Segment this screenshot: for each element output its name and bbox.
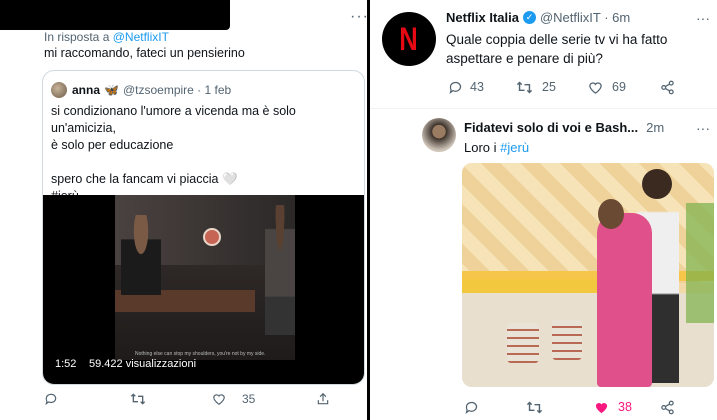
share-icon[interactable] <box>316 392 330 409</box>
quoted-line-1: si condizionano l'umore a vicenda ma è s… <box>51 104 296 135</box>
tweet-header: Netflix Italia ✓ @NetflixIT · 6m <box>446 10 630 25</box>
reply-mention-link[interactable]: @NetflixIT <box>113 30 169 44</box>
quoted-line-2: è solo per educazione <box>51 138 174 152</box>
video-subtitle: Nothing else can stop my shoulders, you'… <box>135 351 266 357</box>
retweet-icon[interactable] <box>130 392 146 409</box>
tweet-actions: 43 25 69 <box>448 80 688 98</box>
butterfly-emoji: 🦋 <box>104 83 119 97</box>
reply-photo[interactable] <box>462 163 714 387</box>
heart-filled-icon[interactable] <box>594 400 609 418</box>
reply-icon[interactable] <box>464 400 479 418</box>
video-duration: 1:52 <box>55 358 77 370</box>
reply-context: In risposta a @NetflixIT <box>44 30 169 44</box>
quoted-line-3: spero che la fancam vi piaccia 🤍 <box>51 171 364 188</box>
avatar[interactable] <box>422 118 456 152</box>
divider <box>370 108 717 109</box>
ellipsis-icon[interactable]: ··· <box>696 120 710 136</box>
reply-hashtag[interactable]: #jerù <box>500 140 529 155</box>
reply-text-prefix: Loro i <box>464 140 497 155</box>
reply-author-name[interactable]: Fidatevi solo di voi e Bash... <box>464 120 638 135</box>
share-icon[interactable] <box>660 80 675 98</box>
video-views: 59.422 visualizzazioni <box>89 358 197 370</box>
reply-text: Loro i #jerù <box>464 140 529 155</box>
video-frame: Nothing else can stop my shoulders, you'… <box>115 195 295 360</box>
ellipsis-icon[interactable]: ··· <box>696 10 710 26</box>
reply-label: In risposta a <box>44 30 110 44</box>
author-name[interactable]: Netflix Italia <box>446 10 519 25</box>
left-tweet-panel: ··· In risposta a @NetflixIT mi raccoman… <box>0 0 367 420</box>
like-count: 69 <box>612 80 626 94</box>
right-tweet-panel: N Netflix Italia ✓ @NetflixIT · 6m ··· Q… <box>370 0 717 420</box>
like-count: 38 <box>618 400 632 414</box>
heart-icon[interactable] <box>212 392 226 409</box>
retweet-icon[interactable] <box>516 80 533 98</box>
netflix-logo-icon: N <box>399 20 419 57</box>
reply-count: 43 <box>470 80 484 94</box>
quoted-author-handle: @tzsoempire · 1 feb <box>122 83 232 97</box>
netflix-logo-avatar[interactable]: N <box>382 12 436 66</box>
redacted-area <box>0 0 230 30</box>
tweet-text: mi raccomando, fateci un pensierino <box>44 46 245 60</box>
like-count: 35 <box>242 392 256 406</box>
reply-time: 2m <box>646 120 665 135</box>
avatar[interactable] <box>51 82 67 98</box>
reply-icon[interactable] <box>44 392 58 409</box>
author-handle: @NetflixIT · 6m <box>539 10 631 25</box>
heart-icon[interactable] <box>588 80 603 98</box>
ellipsis-icon[interactable]: ··· <box>350 8 367 26</box>
reply-header: Fidatevi solo di voi e Bash... 2m <box>464 120 664 135</box>
retweet-count: 25 <box>542 80 556 94</box>
retweet-icon[interactable] <box>526 400 543 418</box>
quoted-tweet-text: si condizionano l'umore a vicenda ma è s… <box>51 103 364 205</box>
quoted-author-name[interactable]: anna <box>72 83 100 97</box>
video-player[interactable]: Nothing else can stop my shoulders, you'… <box>43 195 364 384</box>
white-heart-emoji: 🤍 <box>221 172 238 186</box>
reply-actions: 38 <box>464 400 704 418</box>
tweet-actions: 35 <box>42 392 362 410</box>
tweet-text: Quale coppia delle serie tv vi ha fatto … <box>446 32 668 66</box>
quoted-tweet[interactable]: anna 🦋 @tzsoempire · 1 feb si condiziona… <box>42 70 365 385</box>
quoted-line-3-text: spero che la fancam vi piaccia <box>51 172 219 186</box>
share-icon[interactable] <box>660 400 675 418</box>
quoted-tweet-header: anna 🦋 @tzsoempire · 1 feb <box>51 81 231 99</box>
verified-badge-icon: ✓ <box>522 11 536 24</box>
reply-icon[interactable] <box>448 80 463 98</box>
